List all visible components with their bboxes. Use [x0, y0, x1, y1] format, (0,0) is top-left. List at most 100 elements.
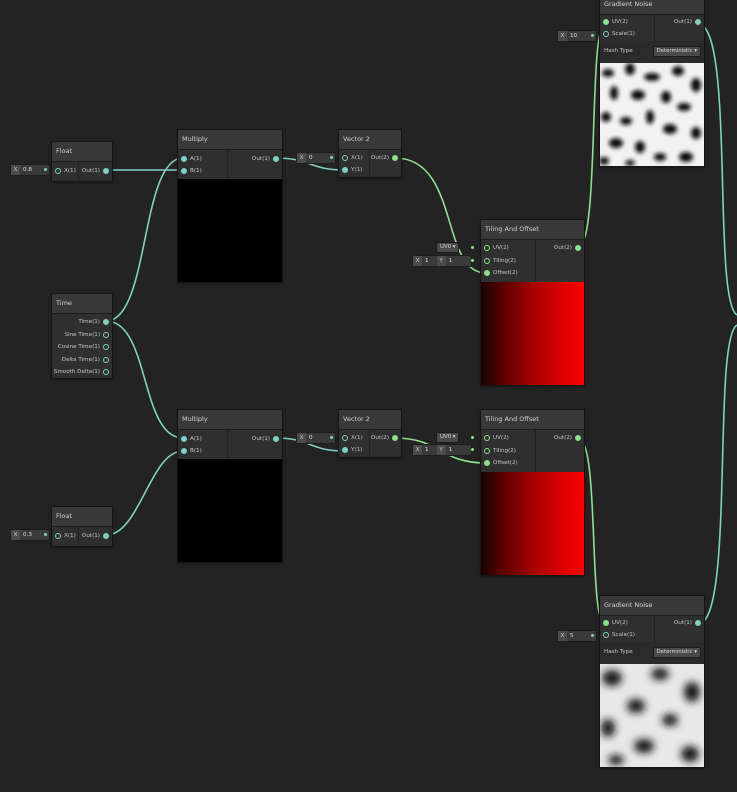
- node-title: Gradient Noise: [600, 596, 704, 616]
- wire-time-to-multiply-bottom-a: [105, 320, 184, 439]
- float-bottom-field-connector: [44, 533, 47, 536]
- port-connector-icon: [55, 533, 61, 539]
- port-connector-icon: [603, 620, 609, 626]
- node-vector2-bottom[interactable]: Vector 2 X(1) Y(1) Out(2): [339, 410, 401, 457]
- port-label: Tiling(2): [493, 258, 516, 264]
- port-connector-icon: [603, 632, 609, 638]
- port-input-b[interactable]: B(1): [178, 445, 202, 457]
- port-connector-icon: [103, 344, 109, 350]
- port-connector-icon: [484, 245, 490, 251]
- port-output-out[interactable]: Out(1): [252, 153, 282, 165]
- port-label: Delta Time(1): [61, 357, 100, 363]
- port-label: UV(2): [493, 435, 509, 441]
- port-output-out[interactable]: Out(1): [674, 617, 704, 629]
- field-value: 0.8: [23, 167, 32, 173]
- field-axis-label: Y: [436, 256, 446, 266]
- port-connector-icon: [342, 167, 348, 173]
- port-input-tiling[interactable]: Tiling(2): [481, 255, 516, 267]
- port-input-tiling[interactable]: Tiling(2): [481, 445, 516, 457]
- node-multiply-bottom[interactable]: Multiply A(1) B(1) Out(1): [178, 410, 282, 562]
- port-connector-icon: [603, 19, 609, 25]
- node-vector2-top[interactable]: Vector 2 X(1) Y(1) Out(2): [339, 130, 401, 177]
- node-tiling-offset-bottom[interactable]: Tiling And Offset UV(2) Tiling(2) Offset…: [481, 410, 584, 575]
- port-output-out[interactable]: Out(2): [371, 432, 401, 444]
- node-title: Float: [52, 142, 112, 162]
- port-input-uv[interactable]: UV(2): [600, 617, 628, 629]
- port-input-uv[interactable]: UV(2): [481, 242, 509, 254]
- node-multiply-top[interactable]: Multiply A(1) B(1) Out(1): [178, 130, 282, 282]
- port-output-out[interactable]: Out(2): [554, 432, 584, 444]
- port-connector-icon: [103, 357, 109, 363]
- port-label: Out(1): [673, 19, 692, 25]
- port-label: Out(2): [370, 155, 389, 161]
- port-connector-icon: [392, 155, 398, 161]
- node-preview: [481, 282, 584, 385]
- port-output-out[interactable]: Out(2): [371, 152, 401, 164]
- port-connector-icon: [103, 533, 109, 539]
- port-output-time[interactable]: Time(1): [78, 316, 112, 328]
- port-connector-icon: [342, 155, 348, 161]
- port-input-offset[interactable]: Offset(2): [481, 267, 518, 279]
- tiling-bottom-tiling-field[interactable]: X1Y1: [412, 444, 472, 456]
- field-axis-label: X: [413, 445, 422, 455]
- port-output-out[interactable]: Out(1): [82, 165, 112, 177]
- hash-type-dropdown[interactable]: Deterministic ▾: [652, 647, 701, 658]
- port-label: X(1): [351, 155, 363, 161]
- port-label: UV(2): [612, 19, 628, 25]
- port-connector-icon: [695, 620, 701, 626]
- port-output-cosine-time[interactable]: Cosine Time(1): [58, 341, 112, 353]
- node-gradient-noise-top[interactable]: Gradient Noise UV(2) Scale(1) Out(1) Has…: [600, 0, 704, 166]
- port-label: Out(1): [251, 156, 270, 162]
- tiling-top-uv-dropdown[interactable]: UV0 ▾: [436, 242, 460, 253]
- hash-type-dropdown[interactable]: Deterministic ▾: [652, 46, 701, 57]
- port-input-x[interactable]: X(1): [52, 165, 76, 177]
- port-input-x[interactable]: X(1): [52, 530, 76, 542]
- tiling-top-tiling-field[interactable]: X1Y1: [412, 255, 472, 267]
- port-output-out[interactable]: Out(1): [82, 530, 112, 542]
- port-output-sine-time[interactable]: Sine Time(1): [65, 329, 112, 341]
- port-input-scale[interactable]: Scale(1): [600, 28, 635, 40]
- port-output-delta-time[interactable]: Delta Time(1): [62, 354, 112, 366]
- port-connector-icon: [342, 435, 348, 441]
- field-value: 0: [309, 155, 313, 161]
- node-time[interactable]: Time Time(1) Sine Time(1) Cosine Time(1)…: [52, 294, 112, 378]
- port-connector-icon: [575, 435, 581, 441]
- port-label: X(1): [64, 533, 76, 539]
- port-connector-icon: [273, 156, 279, 162]
- port-label: Out(2): [553, 245, 572, 251]
- port-input-y[interactable]: Y(1): [339, 444, 362, 456]
- node-tiling-offset-top[interactable]: Tiling And Offset UV(2) Tiling(2) Offset…: [481, 220, 584, 385]
- port-label: X(1): [64, 168, 76, 174]
- port-input-b[interactable]: B(1): [178, 165, 202, 177]
- node-float-bottom[interactable]: Float X(1) Out(1): [52, 507, 112, 546]
- port-input-x[interactable]: X(1): [339, 432, 363, 444]
- port-connector-icon: [103, 332, 109, 338]
- port-input-a[interactable]: A(1): [178, 153, 202, 165]
- field-value: 1: [448, 447, 453, 453]
- port-connector-icon: [55, 168, 61, 174]
- field-axis-label: X: [11, 530, 20, 540]
- tiling-bottom-uv-dropdown[interactable]: UV0 ▾: [436, 432, 460, 443]
- port-connector-icon: [181, 448, 187, 454]
- port-label: UV(2): [493, 245, 509, 251]
- port-connector-icon: [342, 447, 348, 453]
- port-input-offset[interactable]: Offset(2): [481, 457, 518, 469]
- port-label: Out(2): [553, 435, 572, 441]
- port-output-out[interactable]: Out(1): [674, 16, 704, 28]
- port-input-uv[interactable]: UV(2): [481, 432, 509, 444]
- port-output-smooth-delta[interactable]: Smooth Delta(1): [54, 366, 112, 378]
- wire-time-to-multiply-top-a: [105, 157, 184, 322]
- port-input-a[interactable]: A(1): [178, 433, 202, 445]
- node-float-top[interactable]: Float X(1) Out(1): [52, 142, 112, 181]
- port-output-out[interactable]: Out(1): [252, 433, 282, 445]
- node-gradient-noise-bottom[interactable]: Gradient Noise UV(2) Scale(1) Out(1) Has…: [600, 596, 704, 767]
- port-label: Out(1): [251, 436, 270, 442]
- vector2-bottom-field-connector: [330, 436, 333, 439]
- gradient-bottom-scale-connector: [591, 634, 594, 637]
- port-output-out[interactable]: Out(2): [554, 242, 584, 254]
- port-input-uv[interactable]: UV(2): [600, 16, 628, 28]
- node-title: Tiling And Offset: [481, 220, 584, 240]
- port-input-x[interactable]: X(1): [339, 152, 363, 164]
- port-input-scale[interactable]: Scale(1): [600, 629, 635, 641]
- port-input-y[interactable]: Y(1): [339, 164, 362, 176]
